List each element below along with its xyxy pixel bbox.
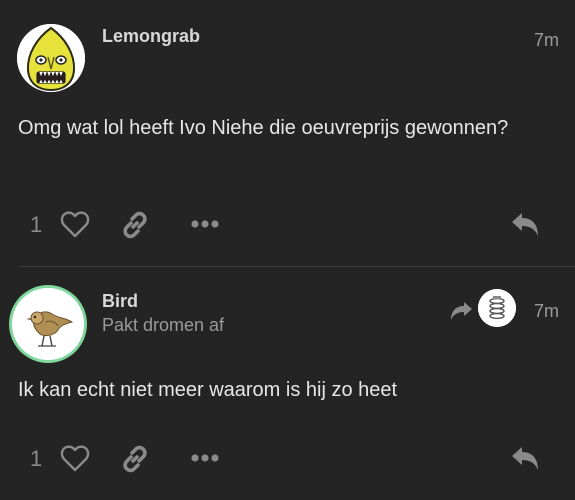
post-date[interactable]: 7m (534, 301, 559, 321)
link-icon[interactable] (120, 210, 150, 240)
topic-stream: Lemongrab 7m Omg wat lol heeft Ivo Niehe… (0, 0, 575, 500)
reply-to-arrow-icon[interactable] (450, 302, 474, 322)
post-author-name[interactable]: Lemongrab (102, 26, 200, 46)
post-bird: Bird Pakt dromen af 7m Ik kan echt niet … (0, 267, 575, 500)
bird-avatar-icon[interactable] (12, 288, 84, 360)
reply-icon[interactable] (510, 212, 540, 238)
like-count[interactable]: 1 (30, 448, 42, 470)
post-actions: 1 (0, 438, 575, 478)
post-date[interactable]: 7m (534, 30, 559, 50)
post-author-name[interactable]: Bird (102, 291, 138, 311)
post-actions: 1 (0, 204, 575, 244)
post-body: Ik kan echt niet meer waarom is hij zo h… (18, 379, 398, 401)
link-icon[interactable] (120, 444, 150, 474)
user-title: Pakt dromen af (102, 315, 225, 335)
heart-icon[interactable] (60, 210, 90, 238)
like-count[interactable]: 1 (30, 214, 42, 236)
lemongrab-avatar-icon[interactable] (17, 24, 85, 92)
more-icon[interactable] (190, 218, 220, 230)
more-icon[interactable] (190, 452, 220, 464)
post-lemongrab: Lemongrab 7m Omg wat lol heeft Ivo Niehe… (0, 0, 575, 266)
heart-icon[interactable] (60, 444, 90, 472)
post-body: Omg wat lol heeft Ivo Niehe die oeuvrepr… (18, 117, 509, 139)
reply-to-user-avatar-icon[interactable] (478, 289, 516, 327)
reply-icon[interactable] (510, 446, 540, 472)
